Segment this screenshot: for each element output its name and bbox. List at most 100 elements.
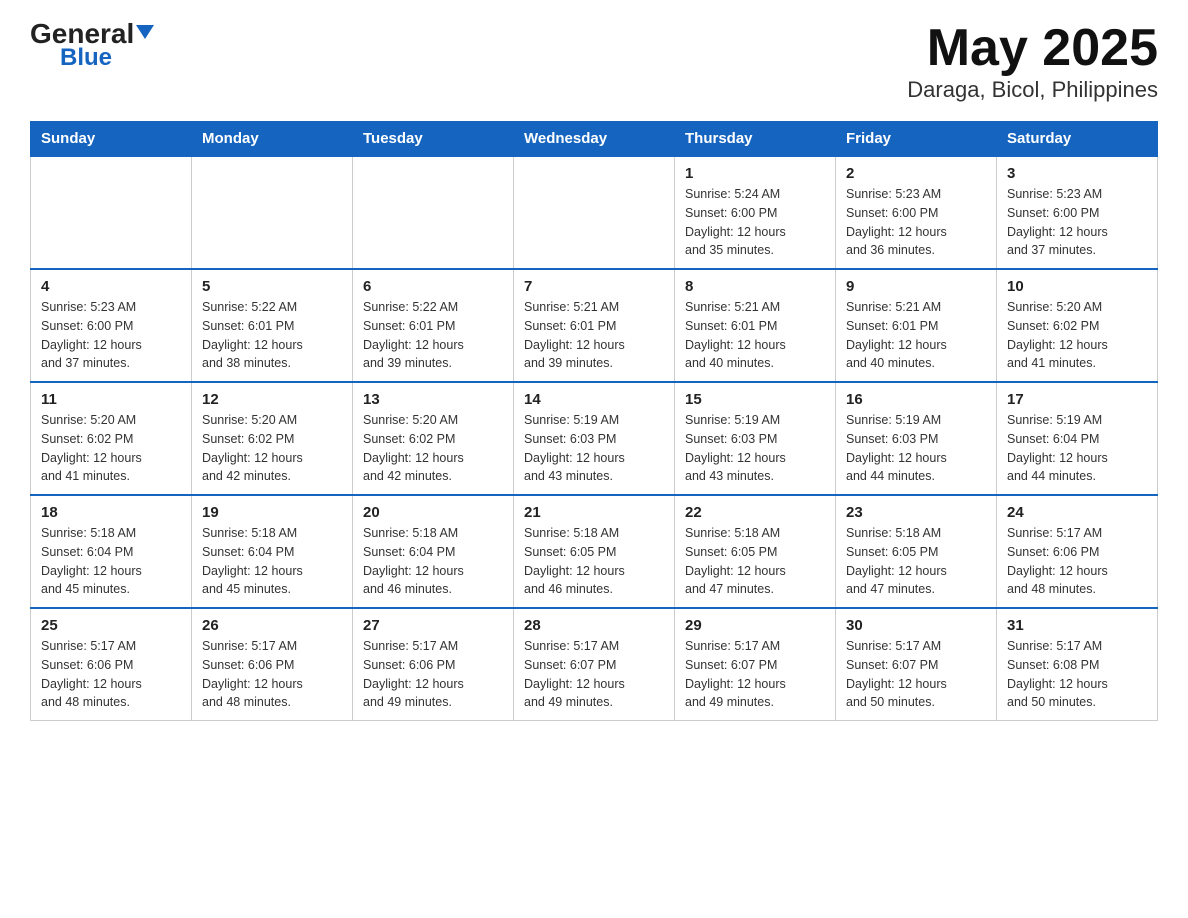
day-info: Sunrise: 5:17 AMSunset: 6:08 PMDaylight:… bbox=[1007, 637, 1147, 712]
calendar-cell: 14 Sunrise: 5:19 AMSunset: 6:03 PMDayligh… bbox=[514, 382, 675, 495]
weekday-header-row: SundayMondayTuesdayWednesdayThursdayFrid… bbox=[31, 122, 1158, 157]
day-number: 29 bbox=[685, 617, 825, 634]
calendar-cell: 9Sunrise: 5:21 AMSunset: 6:01 PMDaylight… bbox=[836, 269, 997, 382]
day-info: Sunrise: 5:18 AMSunset: 6:05 PMDaylight:… bbox=[846, 524, 986, 599]
calendar-cell bbox=[514, 156, 675, 269]
calendar-cell: 26 Sunrise: 5:17 AMSunset: 6:06 PMDayligh… bbox=[192, 608, 353, 721]
day-number: 8 bbox=[685, 278, 825, 295]
day-info: Sunrise: 5:17 AMSunset: 6:07 PMDaylight:… bbox=[685, 637, 825, 712]
day-number: 23 bbox=[846, 504, 986, 521]
calendar-cell: 11 Sunrise: 5:20 AMSunset: 6:02 PMDayligh… bbox=[31, 382, 192, 495]
day-number: 15 bbox=[685, 391, 825, 408]
day-number: 26 bbox=[202, 617, 342, 634]
calendar-cell: 12Sunrise: 5:20 AMSunset: 6:02 PMDayligh… bbox=[192, 382, 353, 495]
logo-blue-text: Blue bbox=[60, 44, 112, 72]
calendar-cell: 21 Sunrise: 5:18 AMSunset: 6:05 PMDayligh… bbox=[514, 495, 675, 608]
day-number: 14 bbox=[524, 391, 664, 408]
day-number: 21 bbox=[524, 504, 664, 521]
day-number: 20 bbox=[363, 504, 503, 521]
calendar-cell: 8 Sunrise: 5:21 AMSunset: 6:01 PMDaylight… bbox=[675, 269, 836, 382]
day-number: 3 bbox=[1007, 165, 1147, 182]
weekday-header-sunday: Sunday bbox=[31, 122, 192, 157]
calendar-cell: 3 Sunrise: 5:23 AMSunset: 6:00 PMDaylight… bbox=[997, 156, 1158, 269]
day-number: 13 bbox=[363, 391, 503, 408]
calendar-cell bbox=[31, 156, 192, 269]
day-number: 1 bbox=[685, 165, 825, 182]
day-info: Sunrise: 5:21 AMSunset: 6:01 PMDaylight:… bbox=[685, 298, 825, 373]
calendar-cell: 1 Sunrise: 5:24 AMSunset: 6:00 PMDaylight… bbox=[675, 156, 836, 269]
calendar-cell: 2Sunrise: 5:23 AMSunset: 6:00 PMDaylight… bbox=[836, 156, 997, 269]
day-info: Sunrise: 5:24 AMSunset: 6:00 PMDaylight:… bbox=[685, 185, 825, 260]
week-row-5: 25 Sunrise: 5:17 AMSunset: 6:06 PMDayligh… bbox=[31, 608, 1158, 721]
week-row-2: 4 Sunrise: 5:23 AMSunset: 6:00 PMDaylight… bbox=[31, 269, 1158, 382]
day-info: Sunrise: 5:18 AMSunset: 6:04 PMDaylight:… bbox=[41, 524, 181, 599]
calendar-cell bbox=[353, 156, 514, 269]
day-number: 4 bbox=[41, 278, 181, 295]
week-row-3: 11 Sunrise: 5:20 AMSunset: 6:02 PMDayligh… bbox=[31, 382, 1158, 495]
day-number: 5 bbox=[202, 278, 342, 295]
logo: General Blue bbox=[30, 20, 154, 72]
calendar-cell: 13 Sunrise: 5:20 AMSunset: 6:02 PMDayligh… bbox=[353, 382, 514, 495]
calendar-cell bbox=[192, 156, 353, 269]
day-info: Sunrise: 5:20 AMSunset: 6:02 PMDaylight:… bbox=[41, 411, 181, 486]
day-info: Sunrise: 5:17 AMSunset: 6:07 PMDaylight:… bbox=[524, 637, 664, 712]
calendar-cell: 19 Sunrise: 5:18 AMSunset: 6:04 PMDayligh… bbox=[192, 495, 353, 608]
calendar-cell: 29 Sunrise: 5:17 AMSunset: 6:07 PMDayligh… bbox=[675, 608, 836, 721]
day-number: 11 bbox=[41, 391, 181, 408]
calendar-cell: 17 Sunrise: 5:19 AMSunset: 6:04 PMDayligh… bbox=[997, 382, 1158, 495]
day-info: Sunrise: 5:20 AMSunset: 6:02 PMDaylight:… bbox=[202, 411, 342, 486]
weekday-header-tuesday: Tuesday bbox=[353, 122, 514, 157]
day-info: Sunrise: 5:17 AMSunset: 6:07 PMDaylight:… bbox=[846, 637, 986, 712]
day-info: Sunrise: 5:23 AMSunset: 6:00 PMDaylight:… bbox=[1007, 185, 1147, 260]
calendar-cell: 4 Sunrise: 5:23 AMSunset: 6:00 PMDaylight… bbox=[31, 269, 192, 382]
day-number: 17 bbox=[1007, 391, 1147, 408]
day-number: 25 bbox=[41, 617, 181, 634]
day-info: Sunrise: 5:17 AMSunset: 6:06 PMDaylight:… bbox=[202, 637, 342, 712]
calendar-cell: 16Sunrise: 5:19 AMSunset: 6:03 PMDayligh… bbox=[836, 382, 997, 495]
calendar-location: Daraga, Bicol, Philippines bbox=[907, 77, 1158, 103]
title-block: May 2025 Daraga, Bicol, Philippines bbox=[907, 20, 1158, 103]
day-info: Sunrise: 5:17 AMSunset: 6:06 PMDaylight:… bbox=[41, 637, 181, 712]
day-info: Sunrise: 5:20 AMSunset: 6:02 PMDaylight:… bbox=[363, 411, 503, 486]
day-number: 27 bbox=[363, 617, 503, 634]
calendar-cell: 30 Sunrise: 5:17 AMSunset: 6:07 PMDayligh… bbox=[836, 608, 997, 721]
day-number: 10 bbox=[1007, 278, 1147, 295]
day-info: Sunrise: 5:19 AMSunset: 6:04 PMDaylight:… bbox=[1007, 411, 1147, 486]
calendar-cell: 15Sunrise: 5:19 AMSunset: 6:03 PMDayligh… bbox=[675, 382, 836, 495]
day-info: Sunrise: 5:18 AMSunset: 6:04 PMDaylight:… bbox=[202, 524, 342, 599]
day-number: 22 bbox=[685, 504, 825, 521]
day-info: Sunrise: 5:22 AMSunset: 6:01 PMDaylight:… bbox=[202, 298, 342, 373]
weekday-header-thursday: Thursday bbox=[675, 122, 836, 157]
day-info: Sunrise: 5:20 AMSunset: 6:02 PMDaylight:… bbox=[1007, 298, 1147, 373]
day-number: 2 bbox=[846, 165, 986, 182]
day-info: Sunrise: 5:23 AMSunset: 6:00 PMDaylight:… bbox=[41, 298, 181, 373]
calendar-title: May 2025 bbox=[907, 20, 1158, 77]
week-row-1: 1 Sunrise: 5:24 AMSunset: 6:00 PMDaylight… bbox=[31, 156, 1158, 269]
calendar-cell: 6Sunrise: 5:22 AMSunset: 6:01 PMDaylight… bbox=[353, 269, 514, 382]
day-info: Sunrise: 5:19 AMSunset: 6:03 PMDaylight:… bbox=[524, 411, 664, 486]
day-info: Sunrise: 5:18 AMSunset: 6:04 PMDaylight:… bbox=[363, 524, 503, 599]
day-number: 24 bbox=[1007, 504, 1147, 521]
day-number: 19 bbox=[202, 504, 342, 521]
calendar-cell: 18 Sunrise: 5:18 AMSunset: 6:04 PMDayligh… bbox=[31, 495, 192, 608]
day-info: Sunrise: 5:18 AMSunset: 6:05 PMDaylight:… bbox=[685, 524, 825, 599]
day-number: 31 bbox=[1007, 617, 1147, 634]
day-number: 30 bbox=[846, 617, 986, 634]
day-number: 28 bbox=[524, 617, 664, 634]
calendar-cell: 7Sunrise: 5:21 AMSunset: 6:01 PMDaylight… bbox=[514, 269, 675, 382]
calendar-cell: 10 Sunrise: 5:20 AMSunset: 6:02 PMDayligh… bbox=[997, 269, 1158, 382]
calendar-cell: 20 Sunrise: 5:18 AMSunset: 6:04 PMDayligh… bbox=[353, 495, 514, 608]
weekday-header-friday: Friday bbox=[836, 122, 997, 157]
day-info: Sunrise: 5:22 AMSunset: 6:01 PMDaylight:… bbox=[363, 298, 503, 373]
logo-triangle-icon bbox=[136, 25, 154, 39]
calendar-cell: 23 Sunrise: 5:18 AMSunset: 6:05 PMDayligh… bbox=[836, 495, 997, 608]
day-info: Sunrise: 5:17 AMSunset: 6:06 PMDaylight:… bbox=[1007, 524, 1147, 599]
day-info: Sunrise: 5:18 AMSunset: 6:05 PMDaylight:… bbox=[524, 524, 664, 599]
day-number: 9 bbox=[846, 278, 986, 295]
day-number: 16 bbox=[846, 391, 986, 408]
calendar-cell: 5 Sunrise: 5:22 AMSunset: 6:01 PMDaylight… bbox=[192, 269, 353, 382]
weekday-header-wednesday: Wednesday bbox=[514, 122, 675, 157]
day-number: 18 bbox=[41, 504, 181, 521]
day-info: Sunrise: 5:21 AMSunset: 6:01 PMDaylight:… bbox=[524, 298, 664, 373]
calendar-cell: 27Sunrise: 5:17 AMSunset: 6:06 PMDayligh… bbox=[353, 608, 514, 721]
